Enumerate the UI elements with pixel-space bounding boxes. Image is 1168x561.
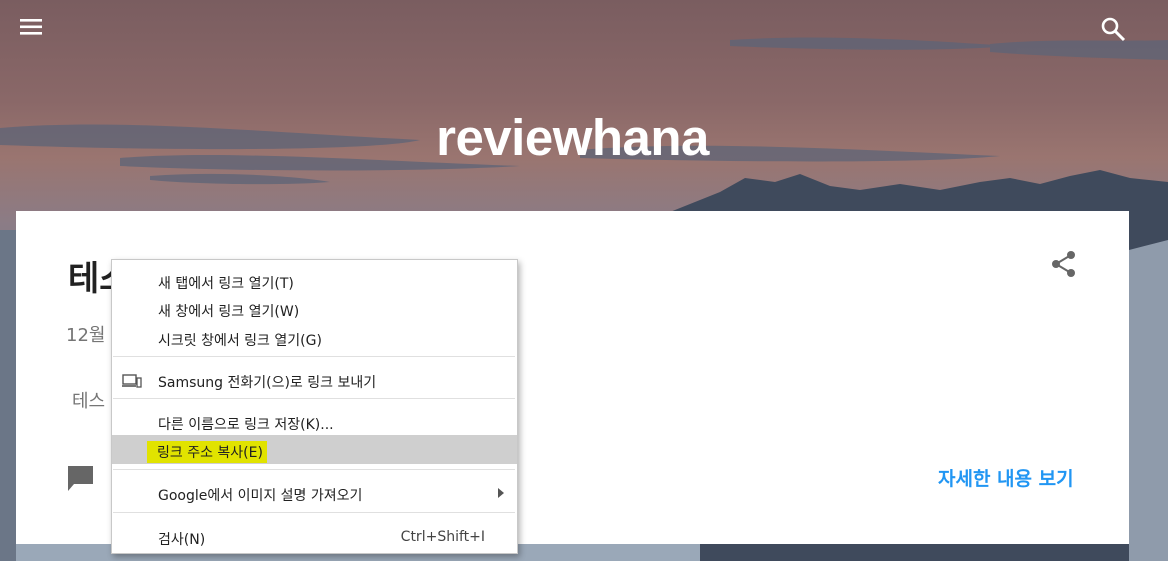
context-menu: 새 탭에서 링크 열기(T) 새 창에서 링크 열기(W) 시크릿 창에서 링크… <box>111 259 518 554</box>
menu-item-save-link-as[interactable]: 다른 이름으로 링크 저장(K)... <box>112 407 517 436</box>
menu-divider <box>113 398 515 399</box>
menu-item-open-new-tab[interactable]: 새 탭에서 링크 열기(T) <box>112 266 517 295</box>
search-icon[interactable] <box>1098 14 1130 46</box>
blog-title[interactable]: reviewhana <box>0 108 1145 167</box>
submenu-arrow-icon <box>498 488 504 498</box>
menu-item-label: Samsung 전화기(으)로 링크 보내기 <box>158 375 377 391</box>
menu-item-label: 검사(N) <box>158 532 206 548</box>
hamburger-menu-icon[interactable] <box>14 10 48 44</box>
menu-divider <box>113 469 515 470</box>
menu-item-open-new-window[interactable]: 새 창에서 링크 열기(W) <box>112 294 517 323</box>
menu-item-label: 다른 이름으로 링크 저장(K)... <box>158 417 334 433</box>
menu-item-open-incognito[interactable]: 시크릿 창에서 링크 열기(G) <box>112 323 517 352</box>
menu-item-label: 새 창에서 링크 열기(W) <box>158 304 300 320</box>
menu-item-copy-link-address[interactable]: 링크 주소 복사(E) <box>112 435 517 464</box>
share-icon[interactable] <box>1049 249 1079 279</box>
menu-divider <box>113 356 515 357</box>
menu-item-shortcut: Ctrl+Shift+I <box>400 529 485 545</box>
menu-divider <box>113 512 515 513</box>
read-more-link[interactable]: 자세한 내용 보기 <box>938 464 1074 491</box>
menu-item-inspect[interactable]: 검사(N) Ctrl+Shift+I <box>112 522 517 551</box>
menu-item-label: 링크 주소 복사(E) <box>147 441 267 463</box>
menu-item-label: 새 탭에서 링크 열기(T) <box>158 276 294 292</box>
devices-icon <box>122 374 142 388</box>
comment-icon[interactable] <box>66 464 96 494</box>
menu-item-send-to-device[interactable]: Samsung 전화기(으)로 링크 보내기 <box>112 365 517 394</box>
post-snippet: 테스 <box>72 391 106 412</box>
menu-item-label: 시크릿 창에서 링크 열기(G) <box>158 333 322 349</box>
menu-item-google-image-description[interactable]: Google에서 이미지 설명 가져오기 <box>112 478 517 507</box>
menu-item-label: Google에서 이미지 설명 가져오기 <box>158 488 363 504</box>
post-date: 12월 <box>66 325 106 346</box>
